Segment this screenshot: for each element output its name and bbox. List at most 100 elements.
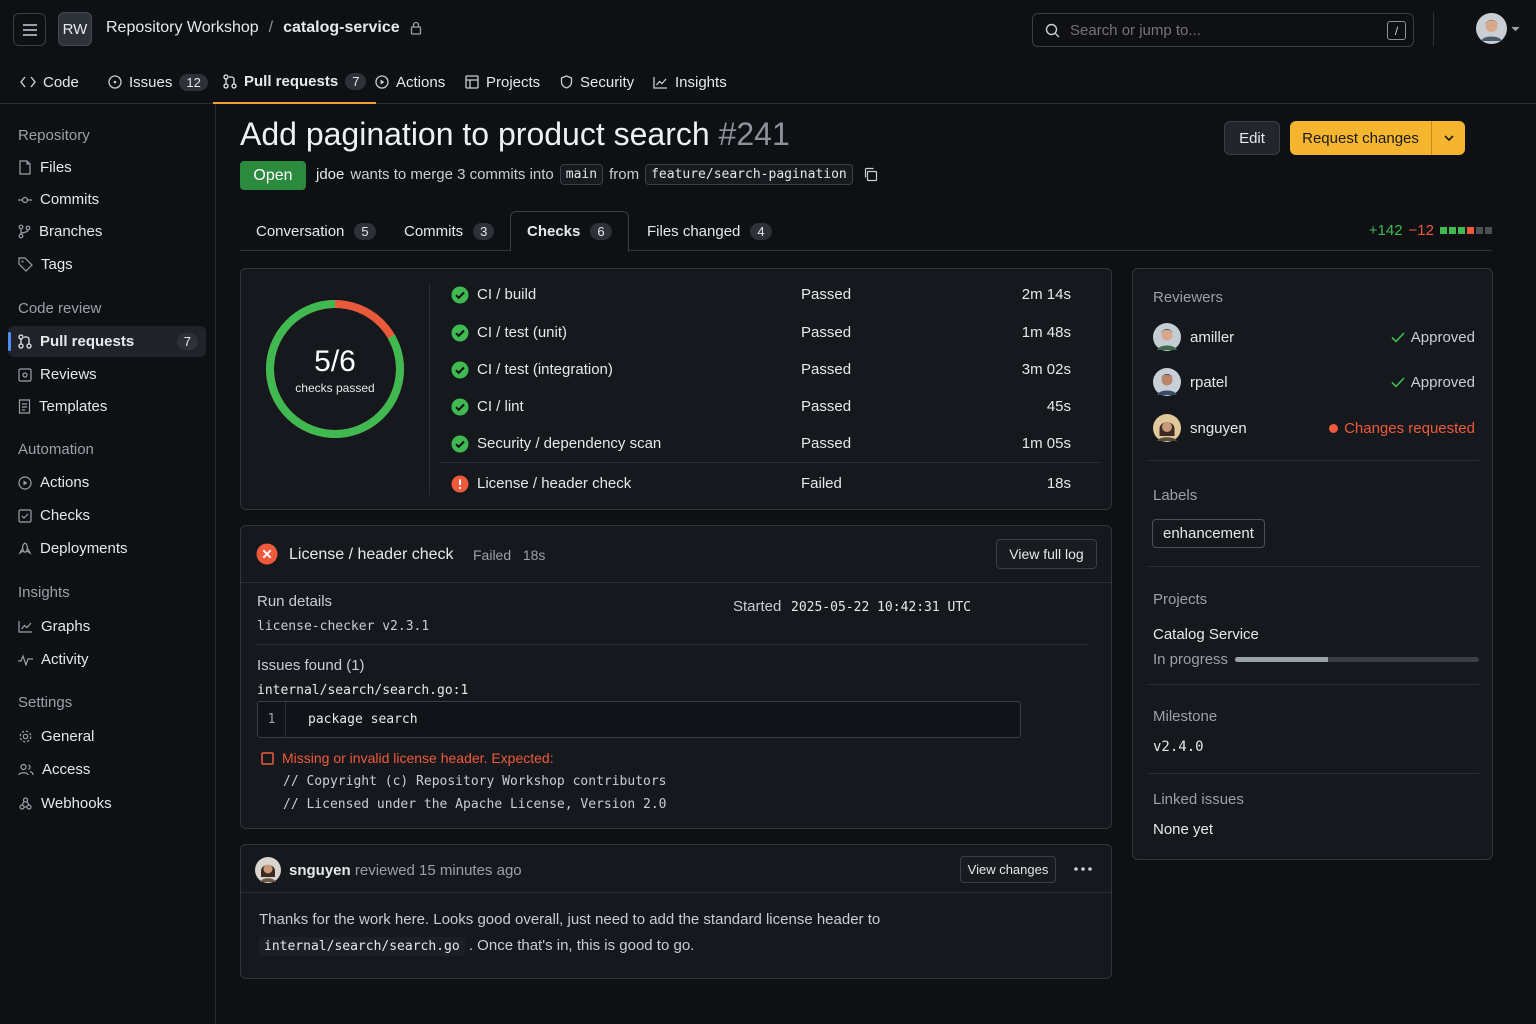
request-changes-button[interactable]: Request changes (1290, 121, 1465, 155)
view-full-log-button[interactable]: View full log (996, 539, 1097, 569)
reviewer-row[interactable]: rpatel Approved (1153, 368, 1475, 398)
tab-files-label: Files changed (647, 222, 741, 240)
check-row-failed[interactable]: License / header check Failed 18s (441, 466, 1101, 502)
search-shortcut-key: / (1387, 21, 1406, 40)
reviewer-status-text: Changes requested (1344, 420, 1475, 437)
table-icon (465, 75, 479, 89)
sidebar-item-branches[interactable]: Branches (8, 216, 206, 247)
head-branch[interactable]: feature/search-pagination (645, 164, 853, 185)
org-link[interactable]: Repository Workshop (106, 19, 259, 37)
check-row[interactable]: CI / test (unit) Passed 1m 48s (441, 315, 1101, 351)
sidebar-item-commits[interactable]: Commits (8, 184, 206, 215)
tab-actions[interactable]: Actions (375, 60, 445, 104)
tab-conversation[interactable]: Conversation 5 (240, 211, 392, 251)
line-number: 1 (258, 702, 286, 737)
check-name: CI / lint (477, 398, 524, 415)
check-duration: 3m 02s (1021, 361, 1071, 378)
repo-link[interactable]: catalog-service (283, 19, 400, 37)
review-author[interactable]: snguyen (289, 862, 351, 879)
check-row[interactable]: CI / build Passed 2m 14s (441, 277, 1101, 313)
issue-icon (108, 75, 122, 89)
sidebar-item-files[interactable]: Files (8, 152, 206, 183)
linked-issues-value: None yet (1153, 821, 1214, 838)
tab-code[interactable]: Code (20, 60, 79, 104)
label-chip[interactable]: enhancement (1152, 519, 1265, 548)
check-name: License / header check (477, 475, 632, 492)
kebab-menu-icon[interactable] (1074, 867, 1092, 871)
error-square-icon (261, 751, 274, 765)
project-name[interactable]: Catalog Service (1153, 626, 1259, 643)
additions-count: +142 (1368, 222, 1403, 239)
pr-merge-info: jdoe wants to merge 3 commits into main … (316, 164, 878, 185)
tab-security[interactable]: Security (560, 60, 634, 104)
tab-issues[interactable]: Issues 12 (108, 60, 208, 104)
sidebar-item-webhooks[interactable]: Webhooks (8, 788, 206, 819)
check-row[interactable]: Security / dependency scan Passed 1m 05s (441, 426, 1101, 462)
issues-found-label: Issues found (1) (257, 657, 365, 674)
reviewer-name: amiller (1190, 329, 1235, 346)
check-status: Passed (801, 361, 852, 378)
search-box[interactable]: / (1032, 13, 1414, 47)
sidebar-item-deployments[interactable]: Deployments (8, 533, 206, 564)
check-name: CI / test (integration) (477, 361, 613, 378)
reviewer-status: Changes requested (1329, 420, 1475, 437)
sidebar-item-label: Activity (41, 651, 89, 668)
failed-check-title: License / header check (289, 546, 454, 563)
check-circle-icon (451, 361, 469, 379)
graph-icon (653, 76, 667, 89)
sidebar-item-graphs[interactable]: Graphs (8, 611, 206, 642)
tab-insights[interactable]: Insights (653, 60, 727, 104)
sidebar-item-label: Checks (40, 507, 91, 524)
sidebar-item-templates[interactable]: Templates (8, 391, 206, 422)
edit-button[interactable]: Edit (1224, 121, 1280, 155)
tab-commits[interactable]: Commits 3 (388, 211, 510, 251)
failed-check-duration: 18s (522, 547, 546, 563)
reviewer-row[interactable]: snguyen Changes requested (1153, 414, 1475, 444)
pr-author[interactable]: jdoe (316, 166, 344, 183)
base-branch[interactable]: main (559, 164, 604, 185)
check-row[interactable]: CI / lint Passed 45s (441, 389, 1101, 425)
org-avatar[interactable]: RW (58, 12, 92, 46)
failed-check-panel: License / header check Failed 18s View f… (240, 525, 1112, 829)
sidebar-item-actions[interactable]: Actions (8, 467, 206, 498)
repo-nav: Code Issues 12 Pull requests 7 Actions P… (0, 60, 1536, 104)
tab-actions-label: Actions (396, 73, 446, 91)
tab-pull-requests[interactable]: Pull requests 7 (213, 60, 377, 104)
sidebar-item-label: Files (40, 159, 72, 176)
check-status: Passed (801, 435, 852, 452)
sidebar-item-reviews[interactable]: Reviews (8, 359, 206, 390)
merge-text: wants to merge 3 commits into (350, 166, 554, 183)
view-changes-button[interactable]: View changes (960, 856, 1056, 883)
check-name: Security / dependency scan (477, 435, 662, 452)
checkmark-icon (1391, 332, 1405, 343)
tab-files-changed[interactable]: Files changed 4 (631, 211, 788, 251)
tab-checks[interactable]: Checks 6 (510, 211, 629, 252)
sidebar-item-tags[interactable]: Tags (8, 249, 206, 280)
sidebar-pulls-count: 7 (176, 333, 198, 350)
sidebar-item-general[interactable]: General (8, 721, 206, 752)
sidebar-section-repository: Repository (18, 127, 90, 144)
x-circle-icon (256, 543, 278, 565)
milestone-value[interactable]: v2.4.0 (1153, 739, 1204, 755)
request-changes-dropdown[interactable] (1431, 121, 1465, 155)
tab-projects[interactable]: Projects (465, 60, 540, 104)
tab-projects-label: Projects (486, 73, 541, 91)
review-header: snguyen reviewed 15 minutes ago View cha… (241, 845, 1111, 893)
reviewer-avatar (255, 857, 281, 883)
user-menu-button[interactable] (1476, 13, 1520, 44)
copy-icon[interactable] (863, 167, 878, 182)
check-row[interactable]: CI / test (integration) Passed 3m 02s (441, 352, 1101, 388)
check-status: Passed (801, 324, 852, 341)
sidebar-item-access[interactable]: Access (8, 754, 206, 785)
sidebar-item-label: Commits (40, 191, 100, 208)
search-input[interactable] (1070, 21, 1370, 39)
expected-header-line-2: // Licensed under the Apache License, Ve… (283, 797, 667, 812)
menu-button[interactable] (13, 13, 46, 46)
reviewers-heading: Reviewers (1153, 289, 1224, 306)
sidebar-section-automation: Automation (18, 441, 94, 458)
issue-file-ref[interactable]: internal/search/search.go:1 (257, 683, 468, 698)
sidebar-item-checks[interactable]: Checks (8, 500, 206, 531)
sidebar-item-activity[interactable]: Activity (8, 644, 206, 675)
reviewer-row[interactable]: amiller Approved (1153, 323, 1475, 353)
sidebar-item-pull-requests[interactable]: Pull requests 7 (8, 326, 206, 357)
